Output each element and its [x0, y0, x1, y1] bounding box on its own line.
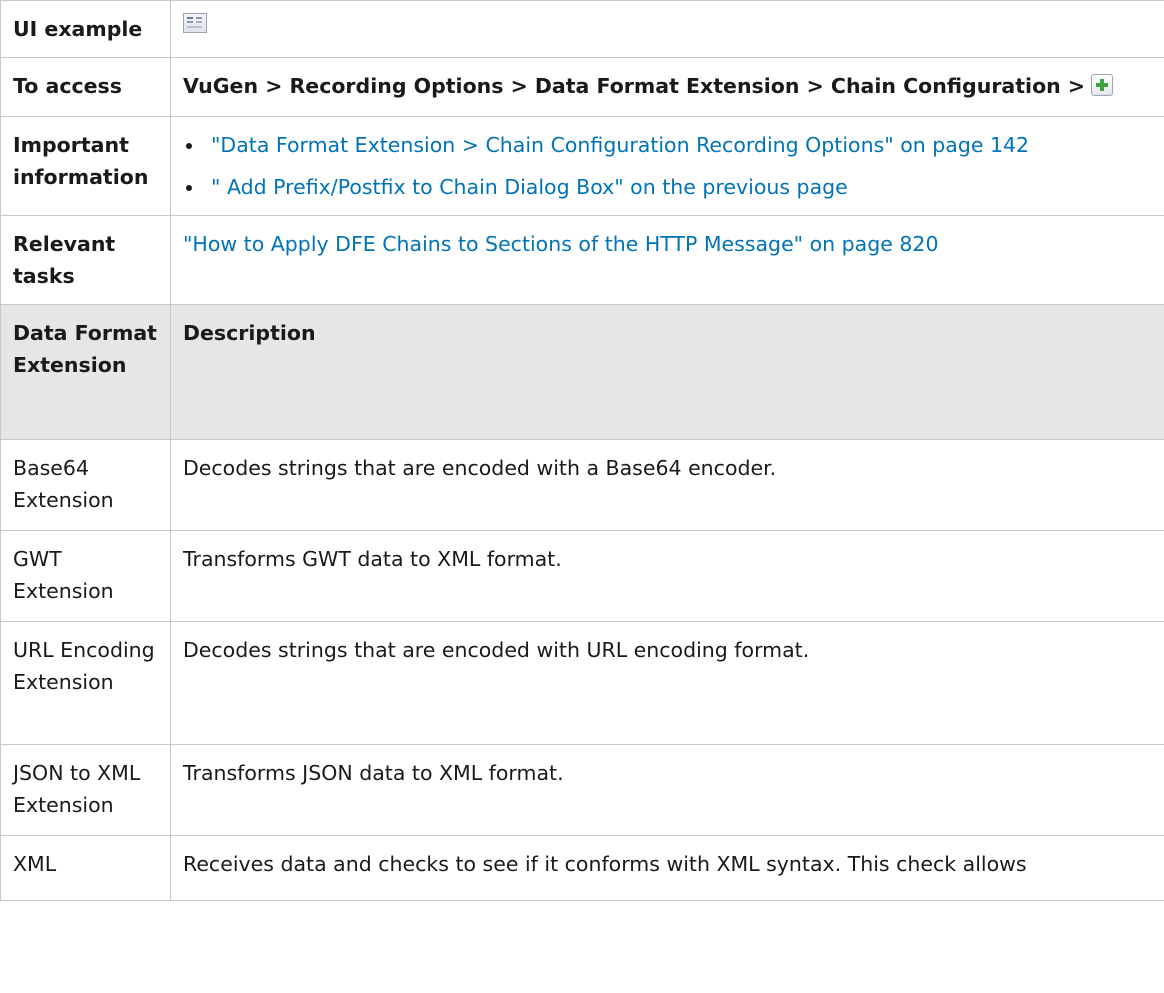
extension-name: JSON to XML Extension — [0, 744, 171, 836]
header-data-format-extension: Data Format Extension — [0, 304, 171, 440]
extension-name: XML — [0, 835, 171, 901]
extension-description: Decodes strings that are encoded with a … — [170, 439, 1164, 531]
to-access-label: To access — [0, 57, 171, 117]
ui-example-cell — [170, 0, 1164, 58]
extension-description: Decodes strings that are encoded with UR… — [170, 621, 1164, 745]
list-item: " Add Prefix/Postfix to Chain Dialog Box… — [205, 171, 1152, 203]
table-row: XML Receives data and checks to see if i… — [0, 835, 1164, 901]
table-row: Base64 Extension Decodes strings that ar… — [0, 439, 1164, 531]
extension-name: GWT Extension — [0, 530, 171, 622]
relevant-tasks-label: Relevant tasks — [0, 215, 171, 305]
table-header-row: Data Format Extension Description — [0, 304, 1164, 440]
table-row: URL Encoding Extension Decodes strings t… — [0, 621, 1164, 745]
link-add-prefix-postfix[interactable]: " Add Prefix/Postfix to Chain Dialog Box… — [211, 175, 848, 199]
extension-description: Transforms JSON data to XML format. — [170, 744, 1164, 836]
ui-example-label: UI example — [0, 0, 171, 58]
to-access-path: VuGen > Recording Options > Data Format … — [183, 74, 1086, 98]
dialog-thumbnail-icon[interactable] — [183, 13, 207, 33]
table-row: JSON to XML Extension Transforms JSON da… — [0, 744, 1164, 836]
important-info-row: Important information "Data Format Exten… — [0, 116, 1164, 216]
ui-example-row: UI example — [0, 0, 1164, 58]
extension-description: Transforms GWT data to XML format. — [170, 530, 1164, 622]
relevant-tasks-cell: "How to Apply DFE Chains to Sections of … — [170, 215, 1164, 305]
important-info-label: Important information — [0, 116, 171, 216]
extension-description: Receives data and checks to see if it co… — [170, 835, 1164, 901]
add-plus-icon — [1091, 74, 1114, 96]
link-apply-dfe-chains[interactable]: "How to Apply DFE Chains to Sections of … — [183, 232, 939, 256]
extension-name: Base64 Extension — [0, 439, 171, 531]
extension-name: URL Encoding Extension — [0, 621, 171, 745]
important-info-cell: "Data Format Extension > Chain Configura… — [170, 116, 1164, 216]
list-item: "Data Format Extension > Chain Configura… — [205, 129, 1152, 161]
important-info-list: "Data Format Extension > Chain Configura… — [183, 129, 1152, 203]
table-row: GWT Extension Transforms GWT data to XML… — [0, 530, 1164, 622]
relevant-tasks-row: Relevant tasks "How to Apply DFE Chains … — [0, 215, 1164, 305]
reference-table: UI example To access VuGen > Recording O… — [0, 0, 1164, 901]
header-description: Description — [170, 304, 1164, 440]
to-access-row: To access VuGen > Recording Options > Da… — [0, 57, 1164, 117]
link-chain-config-options[interactable]: "Data Format Extension > Chain Configura… — [211, 133, 1029, 157]
to-access-cell: VuGen > Recording Options > Data Format … — [170, 57, 1164, 117]
